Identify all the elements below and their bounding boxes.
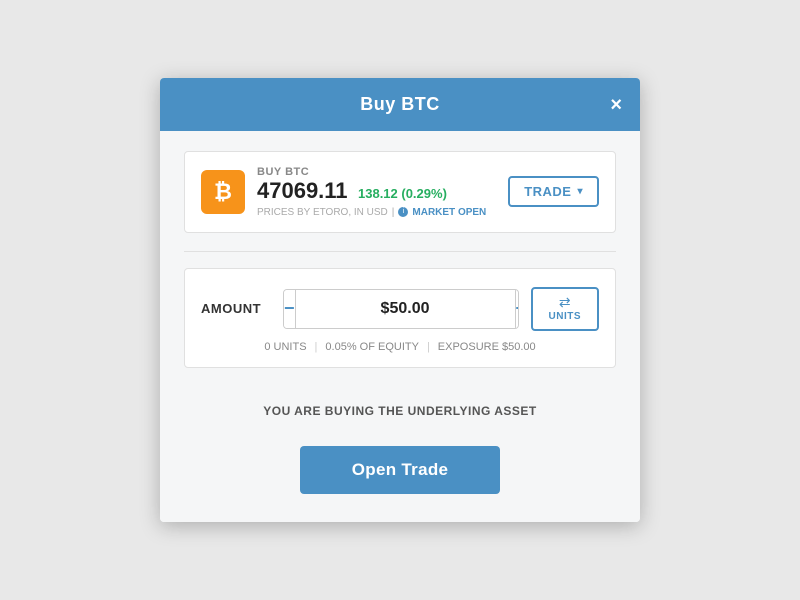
asset-label: BUY BTC	[257, 166, 486, 178]
modal-header: Buy BTC ×	[160, 78, 640, 131]
open-trade-button[interactable]: Open Trade	[300, 446, 500, 494]
equity-pct: 0.05% OF EQUITY	[325, 341, 419, 353]
market-status: MARKET OPEN	[412, 207, 486, 218]
meta-sep-1: |	[315, 341, 318, 353]
increase-button[interactable]: +	[515, 290, 519, 328]
separator: |	[392, 207, 395, 218]
asset-left: ₿ BUY BTC 47069.11 138.12 (0.29%) PRICES…	[201, 166, 486, 217]
exposure: EXPOSURE $50.00	[438, 341, 536, 353]
btc-symbol: ₿	[214, 179, 232, 205]
asset-price-row: 47069.11 138.12 (0.29%)	[257, 178, 486, 204]
asset-info: BUY BTC 47069.11 138.12 (0.29%) PRICES B…	[257, 166, 486, 217]
close-button[interactable]: ×	[610, 95, 622, 115]
trade-dropdown-button[interactable]: TRADE ▾	[508, 176, 599, 207]
units-label: UNITS	[549, 311, 582, 322]
amount-input[interactable]	[296, 290, 515, 328]
amount-section: AMOUNT − + ⇄ UNITS 0 UNITS | 0.05% OF EQ…	[184, 268, 616, 368]
btc-icon: ₿	[201, 170, 245, 214]
units-toggle-button[interactable]: ⇄ UNITS	[531, 287, 600, 331]
modal-body: ₿ BUY BTC 47069.11 138.12 (0.29%) PRICES…	[160, 131, 640, 521]
trade-label: TRADE	[524, 184, 571, 199]
amount-meta: 0 UNITS | 0.05% OF EQUITY | EXPOSURE $50…	[201, 341, 599, 353]
units-count: 0 UNITS	[264, 341, 306, 353]
amount-controls: − +	[283, 289, 519, 329]
decrease-button[interactable]: −	[284, 290, 296, 328]
divider	[184, 251, 616, 252]
meta-sep-2: |	[427, 341, 430, 353]
buy-btc-modal: Buy BTC × ₿ BUY BTC 47069.11 138.12 (0.2…	[160, 78, 640, 521]
asset-row: ₿ BUY BTC 47069.11 138.12 (0.29%) PRICES…	[184, 151, 616, 232]
modal-title: Buy BTC	[360, 94, 440, 115]
amount-label: AMOUNT	[201, 301, 271, 316]
underlying-message: YOU ARE BUYING THE UNDERLYING ASSET	[184, 384, 616, 426]
asset-change: 138.12 (0.29%)	[358, 186, 447, 201]
amount-row: AMOUNT − + ⇄ UNITS	[201, 287, 599, 331]
chevron-down-icon: ▾	[577, 186, 583, 197]
switch-icon: ⇄	[559, 295, 571, 309]
asset-price: 47069.11	[257, 178, 348, 203]
asset-meta: PRICES BY ETORO, IN USD | i MARKET OPEN	[257, 207, 486, 218]
prices-by: PRICES BY ETORO, IN USD	[257, 207, 388, 218]
market-icon: i	[398, 207, 408, 217]
